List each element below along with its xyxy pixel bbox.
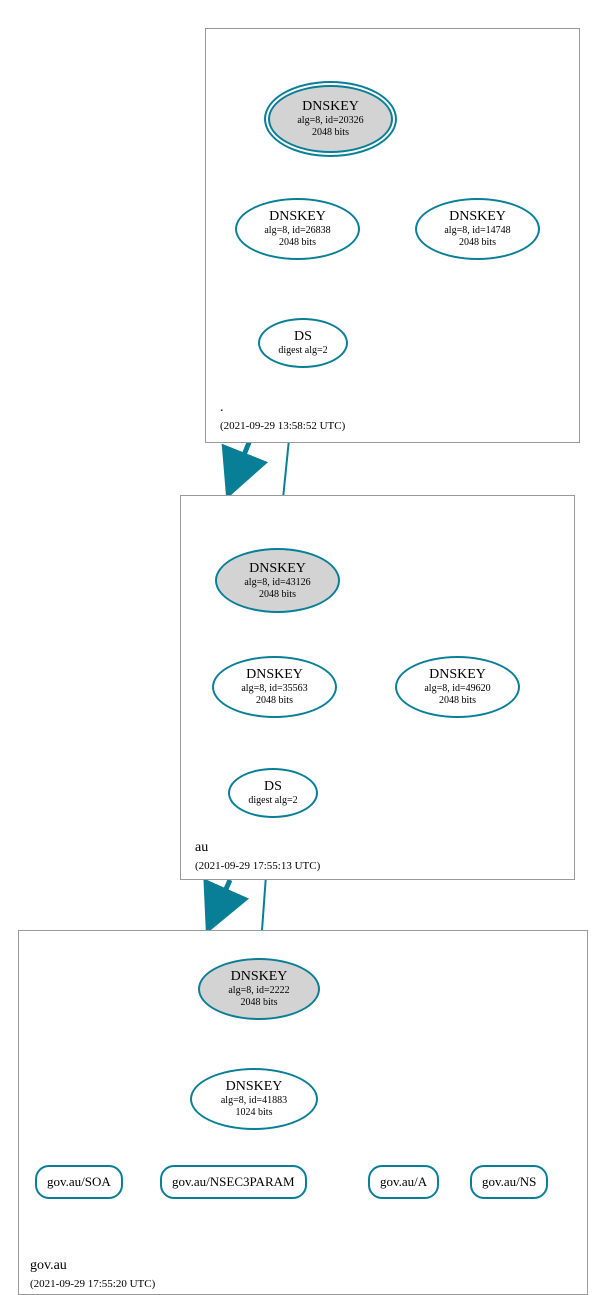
govau-ksk-alg: alg=8, id=2222	[200, 985, 318, 997]
govau-ksk-bits: 2048 bits	[200, 997, 318, 1009]
root-zsk1: DNSKEY alg=8, id=26838 2048 bits	[235, 198, 360, 260]
govau-rr-nsec3: gov.au/NSEC3PARAM	[160, 1165, 307, 1199]
root-ksk-title: DNSKEY	[270, 99, 391, 115]
au-ds-title: DS	[230, 779, 316, 795]
root-zsk2-title: DNSKEY	[417, 209, 538, 225]
root-zsk1-bits: 2048 bits	[237, 237, 358, 249]
govau-ksk: DNSKEY alg=8, id=2222 2048 bits	[198, 958, 320, 1020]
au-ds: DS digest alg=2	[228, 768, 318, 818]
au-zsk1-bits: 2048 bits	[214, 695, 335, 707]
root-zsk2-alg: alg=8, id=14748	[417, 225, 538, 237]
au-ksk-bits: 2048 bits	[217, 589, 338, 601]
au-zsk1-alg: alg=8, id=35563	[214, 683, 335, 695]
au-zsk1: DNSKEY alg=8, id=35563 2048 bits	[212, 656, 337, 718]
au-zsk2-alg: alg=8, id=49620	[397, 683, 518, 695]
root-zsk1-title: DNSKEY	[237, 209, 358, 225]
govau-rr-ns: gov.au/NS	[470, 1165, 548, 1199]
au-zsk2-bits: 2048 bits	[397, 695, 518, 707]
root-ksk: DNSKEY alg=8, id=20326 2048 bits	[268, 85, 393, 153]
govau-zsk-bits: 1024 bits	[192, 1107, 316, 1119]
govau-zsk: DNSKEY alg=8, id=41883 1024 bits	[190, 1068, 318, 1130]
zone-govau-ts: (2021-09-29 17:55:20 UTC)	[30, 1278, 155, 1290]
zone-root-name: .	[220, 400, 224, 416]
zone-root-ts: (2021-09-29 13:58:52 UTC)	[220, 420, 345, 432]
au-ksk-alg: alg=8, id=43126	[217, 577, 338, 589]
root-ksk-bits: 2048 bits	[270, 127, 391, 139]
au-zsk2-title: DNSKEY	[397, 667, 518, 683]
zone-au-ts: (2021-09-29 17:55:13 UTC)	[195, 860, 320, 872]
au-zsk1-title: DNSKEY	[214, 667, 335, 683]
au-ksk: DNSKEY alg=8, id=43126 2048 bits	[215, 548, 340, 613]
govau-ksk-title: DNSKEY	[200, 969, 318, 985]
root-ds-title: DS	[260, 329, 346, 345]
govau-rr-a: gov.au/A	[368, 1165, 439, 1199]
root-ksk-alg: alg=8, id=20326	[270, 115, 391, 127]
au-ds-sub: digest alg=2	[230, 795, 316, 807]
govau-rr-soa: gov.au/SOA	[35, 1165, 123, 1199]
au-zsk2: DNSKEY alg=8, id=49620 2048 bits	[395, 656, 520, 718]
govau-zsk-title: DNSKEY	[192, 1079, 316, 1095]
root-zsk1-alg: alg=8, id=26838	[237, 225, 358, 237]
root-zsk2: DNSKEY alg=8, id=14748 2048 bits	[415, 198, 540, 260]
zone-au-name: au	[195, 840, 208, 856]
root-ds-sub: digest alg=2	[260, 345, 346, 357]
root-ds: DS digest alg=2	[258, 318, 348, 368]
au-ksk-title: DNSKEY	[217, 561, 338, 577]
govau-zsk-alg: alg=8, id=41883	[192, 1095, 316, 1107]
root-zsk2-bits: 2048 bits	[417, 237, 538, 249]
zone-govau-name: gov.au	[30, 1258, 67, 1274]
